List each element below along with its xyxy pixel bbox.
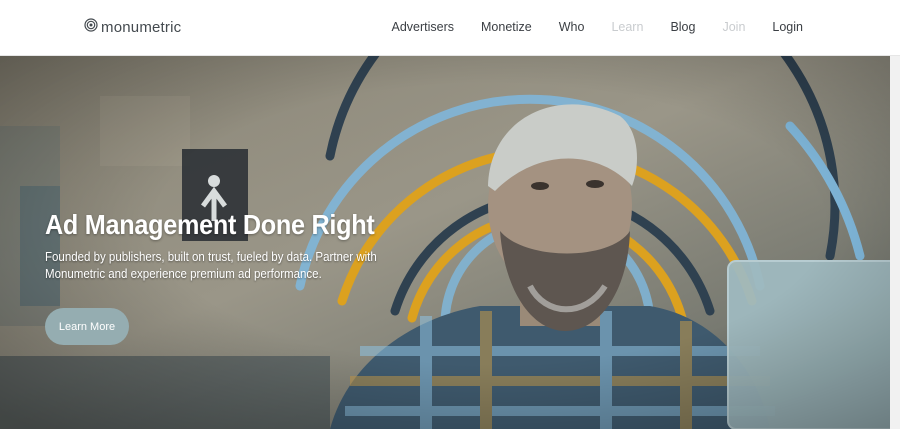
- nav-who[interactable]: Who: [559, 20, 585, 34]
- nav-advertisers[interactable]: Advertisers: [391, 20, 454, 34]
- nav-join[interactable]: Join: [722, 20, 745, 34]
- hero-background-image: [0, 56, 890, 429]
- hero-subtitle: Founded by publishers, built on trust, f…: [45, 250, 377, 281]
- learn-more-button[interactable]: Learn More: [45, 308, 129, 345]
- brand-name: monumetric: [101, 19, 182, 36]
- hero-title: Ad Management Done Right: [45, 209, 375, 240]
- spiral-logo-icon: [84, 18, 98, 37]
- nav-login[interactable]: Login: [772, 20, 803, 34]
- hero-banner: Ad Management Done Right Founded by publ…: [0, 56, 890, 429]
- brand-logo[interactable]: monumetric: [84, 18, 181, 37]
- nav-learn[interactable]: Learn: [611, 20, 643, 34]
- page-scrollbar-track[interactable]: [890, 56, 900, 429]
- top-navbar: monumetric Advertisers Monetize Who Lear…: [0, 0, 900, 56]
- main-nav: Advertisers Monetize Who Learn Blog Join…: [364, 20, 803, 34]
- nav-blog[interactable]: Blog: [670, 20, 695, 34]
- nav-monetize[interactable]: Monetize: [481, 20, 532, 34]
